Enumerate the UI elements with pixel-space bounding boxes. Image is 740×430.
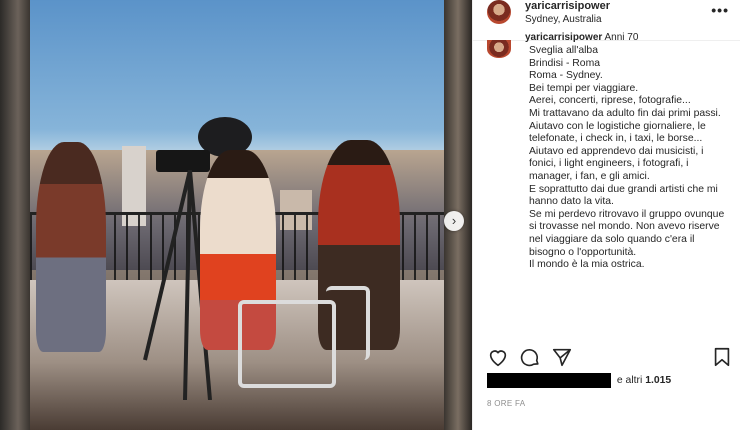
caption-line: Aiutavo ed apprendevo dai musicisti, i f… xyxy=(529,145,707,182)
caption-line: Bei tempi per viaggiare. xyxy=(529,82,639,94)
heart-icon[interactable] xyxy=(487,346,509,368)
likes-text: e altri xyxy=(616,375,643,386)
share-icon[interactable] xyxy=(551,346,573,368)
caption-line: Il mondo è la mia ostrica. xyxy=(529,259,645,271)
caption-line: Se mi perdevo ritrovavo il gruppo ovunqu… xyxy=(529,208,728,258)
caption-line: E soprattutto dai due grandi artisti che… xyxy=(529,183,721,208)
username-link[interactable]: yaricarrisipower xyxy=(525,0,610,12)
chair xyxy=(238,300,336,388)
caption-username[interactable]: yaricarrisipower xyxy=(525,32,602,43)
more-options-button[interactable]: ••• xyxy=(711,2,729,18)
action-bar xyxy=(487,346,733,368)
caption-line: Mi trattavano da adulto fin dai primi pa… xyxy=(529,107,721,119)
comment-icon[interactable] xyxy=(519,346,541,368)
window-frame xyxy=(0,0,30,430)
chair xyxy=(326,286,370,360)
likes-summary[interactable]: e altri 1.015 xyxy=(487,373,733,389)
location-link[interactable]: Sydney, Australia xyxy=(525,14,602,25)
caption-line: Aiutavo con le logistiche giornaliere, l… xyxy=(529,120,709,145)
caption-text: Sveglia all'alba Brindisi - Roma Roma - … xyxy=(529,45,729,272)
post-timestamp[interactable]: 8 ORE FA xyxy=(487,399,525,408)
woman-figure xyxy=(36,142,106,352)
chevron-right-icon: › xyxy=(451,213,457,228)
caption-line: Sveglia all'alba xyxy=(529,45,598,56)
caption-line: Aerei, concerti, riprese, fotografie... xyxy=(529,95,691,107)
caption-header: yaricarrisipower Anni 70 xyxy=(525,32,638,43)
avatar[interactable] xyxy=(487,0,511,24)
bookmark-icon[interactable] xyxy=(711,346,733,368)
caption-line: Brindisi - Roma xyxy=(529,57,601,69)
post-details: yaricarrisipower Sydney, Australia ••• y… xyxy=(472,0,740,430)
caption-avatar[interactable] xyxy=(487,40,511,58)
caption-line: Roma - Sydney. xyxy=(529,70,603,82)
likes-count[interactable]: 1.015 xyxy=(645,375,671,386)
next-photo-button[interactable]: › xyxy=(444,211,464,231)
film-camera xyxy=(156,150,210,172)
redacted-liker xyxy=(487,373,611,388)
caption-first-words: Anni 70 xyxy=(604,32,639,43)
post-photo[interactable] xyxy=(0,0,472,430)
